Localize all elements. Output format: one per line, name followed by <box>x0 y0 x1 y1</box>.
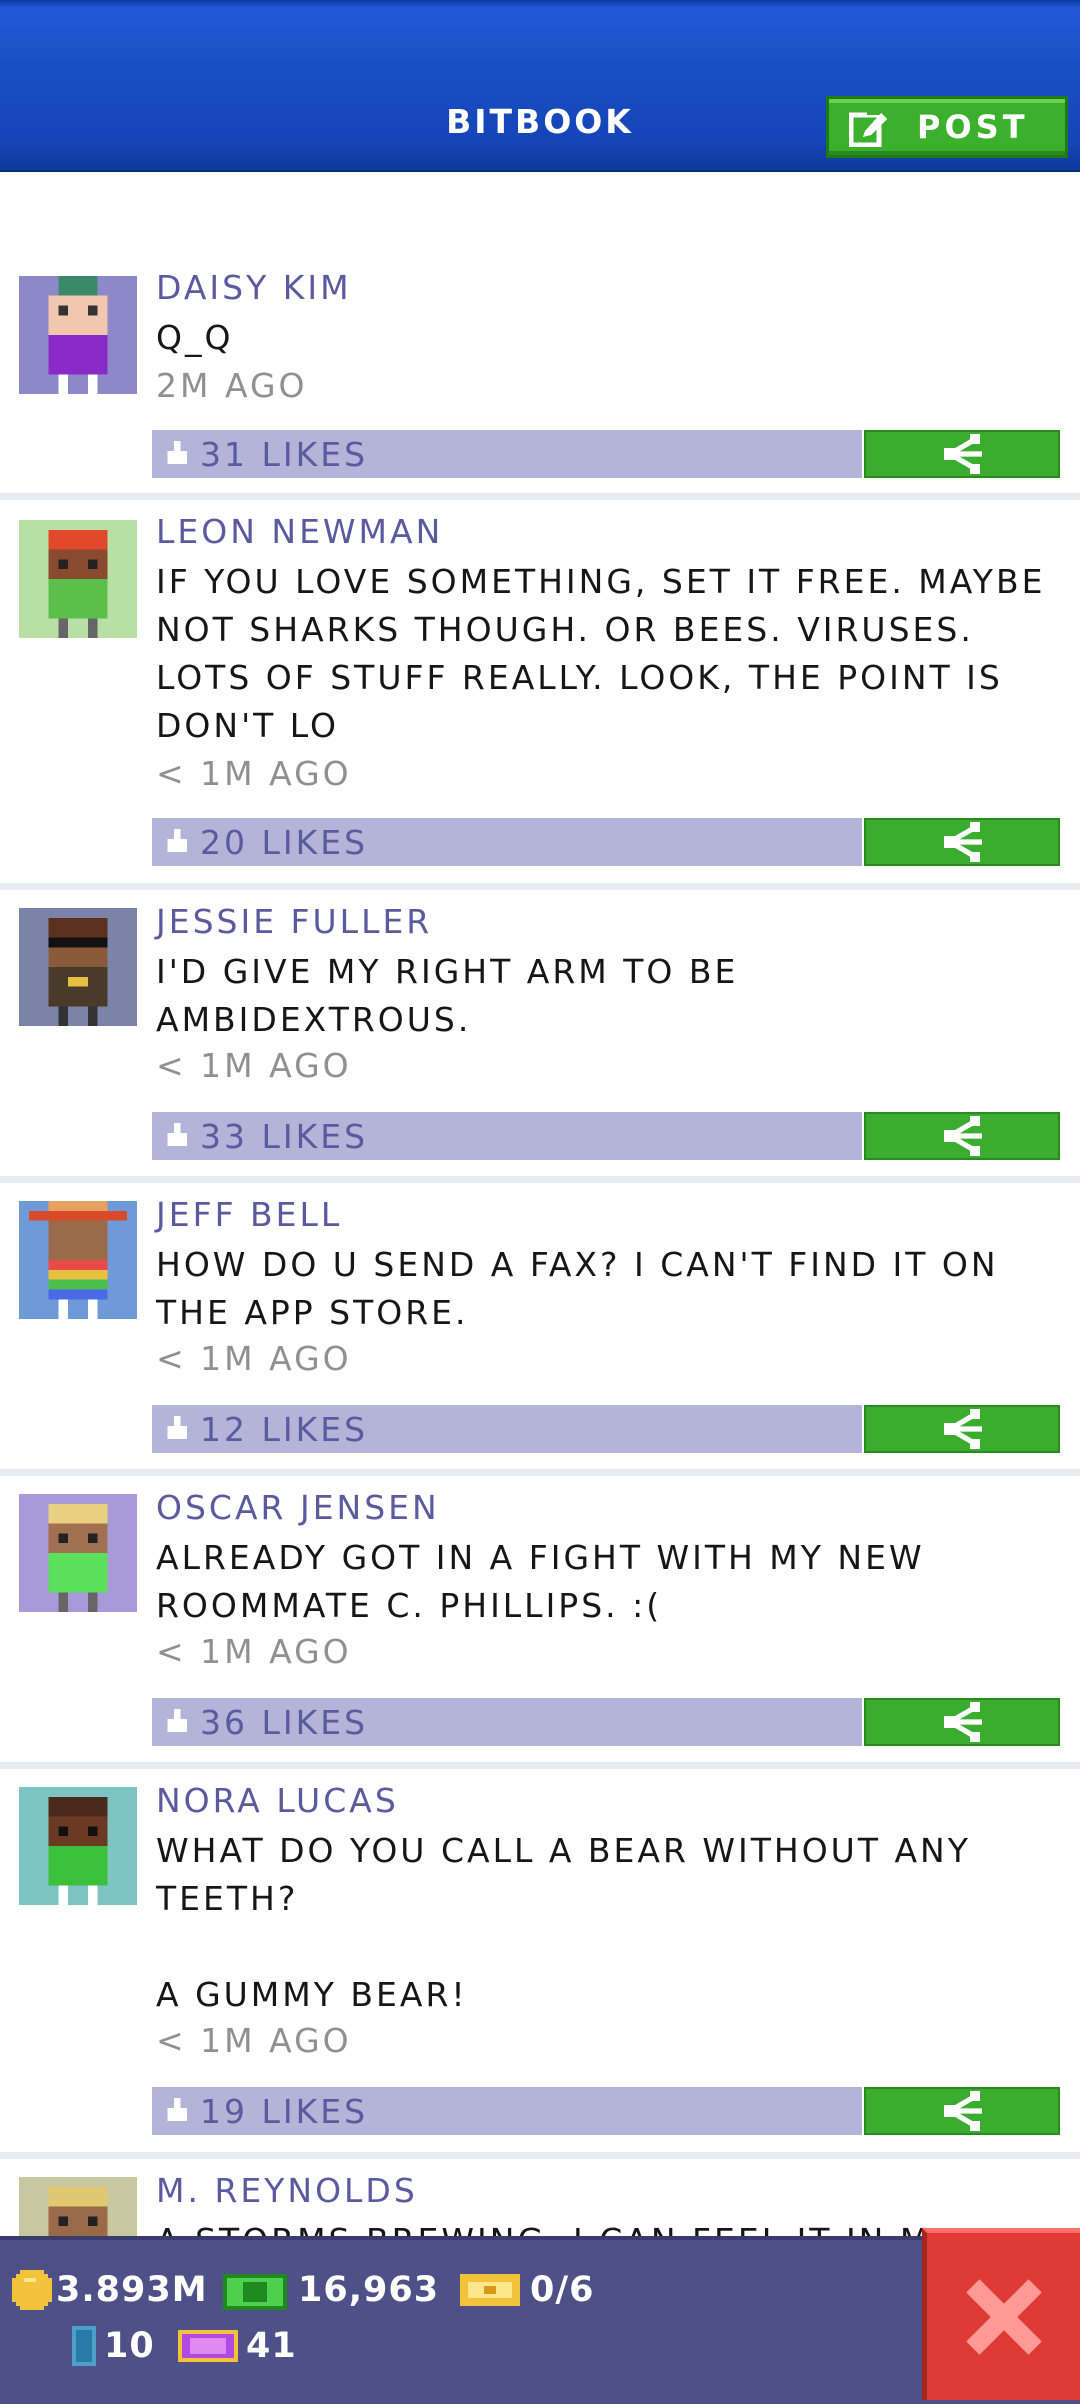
coin-icon <box>12 2270 52 2310</box>
share-button[interactable] <box>864 1405 1060 1453</box>
share-button[interactable] <box>864 1698 1060 1746</box>
post-text: HOW DO U SEND A FAX? I CAN'T FIND IT ON … <box>156 1245 1013 1332</box>
edit-icon <box>849 109 887 147</box>
post-text: ALREADY GOT IN A FIGHT WITH MY NEW ROOMM… <box>156 1538 939 1625</box>
feed-post: JEFF BELL HOW DO U SEND A FAX? I CAN'T F… <box>0 1183 1080 1476</box>
resource-bar: 3.893M 16,963 0/6 10 41 <box>0 2236 1080 2404</box>
post-text: I'D GIVE MY RIGHT ARM TO BE AMBIDEXTROUS… <box>156 952 752 1039</box>
like-button[interactable]: 12 LIKES <box>152 1405 862 1453</box>
likes-count: 20 LIKES <box>200 822 369 862</box>
feed-post: LEON NEWMAN IF YOU LOVE SOMETHING, SET I… <box>0 500 1080 890</box>
bux-icon <box>223 2274 287 2310</box>
like-button[interactable]: 36 LIKES <box>152 1698 862 1746</box>
post-author[interactable]: JESSIE FULLER <box>156 902 432 941</box>
like-button[interactable]: 19 LIKES <box>152 2087 862 2135</box>
post-author[interactable]: M. REYNOLDS <box>156 2171 418 2210</box>
like-button[interactable]: 33 LIKES <box>152 1112 862 1160</box>
share-icon <box>944 2091 982 2131</box>
vip-icon <box>178 2330 238 2362</box>
share-button[interactable] <box>864 2087 1060 2135</box>
residents-value: 10 <box>104 2326 155 2366</box>
feed-post: OSCAR JENSEN ALREADY GOT IN A FIGHT WITH… <box>0 1476 1080 1769</box>
avatar <box>19 1787 137 1905</box>
app-header: BITBOOK POST <box>0 0 1080 172</box>
bux-stat: 16,963 <box>222 2270 439 2310</box>
share-icon <box>944 1116 982 1156</box>
post-button[interactable]: POST <box>826 96 1068 158</box>
post-text: IF YOU LOVE SOMETHING, SET IT FREE. MAYB… <box>156 562 1059 745</box>
post-author[interactable]: LEON NEWMAN <box>156 512 443 551</box>
likes-count: 12 LIKES <box>200 1409 369 1449</box>
share-icon <box>944 1409 982 1449</box>
thumbs-up-icon <box>167 1416 187 1439</box>
likes-count: 19 LIKES <box>200 2091 369 2131</box>
coins-stat: 3.893M <box>12 2270 208 2310</box>
vip-value: 41 <box>246 2326 297 2366</box>
news-feed[interactable]: DAISY KIM Q_Q 2M AGO 31 LIKES LEON NEWMA… <box>0 170 1080 2242</box>
post-time: < 1M AGO <box>156 754 352 793</box>
vip-stat: 41 <box>178 2326 297 2366</box>
avatar <box>19 2177 137 2242</box>
likes-count: 33 LIKES <box>200 1116 369 1156</box>
post-button-label: POST <box>917 108 1029 146</box>
residents-stat: 10 <box>72 2326 155 2366</box>
share-button[interactable] <box>864 430 1060 478</box>
post-time: < 1M AGO <box>156 1632 352 1671</box>
thumbs-up-icon <box>167 1709 187 1732</box>
resident-icon <box>72 2326 96 2366</box>
post-time: < 1M AGO <box>156 2021 352 2060</box>
feed-post: NORA LUCAS WHAT DO YOU CALL A BEAR WITHO… <box>0 1769 1080 2159</box>
avatar <box>19 1494 137 1612</box>
share-button[interactable] <box>864 818 1060 866</box>
post-author[interactable]: JEFF BELL <box>156 1195 342 1234</box>
share-icon <box>944 1702 982 1742</box>
feed-post: JESSIE FULLER I'D GIVE MY RIGHT ARM TO B… <box>0 890 1080 1183</box>
post-author[interactable]: DAISY KIM <box>156 268 352 307</box>
thumbs-up-icon <box>167 1123 187 1146</box>
post-time: 2M AGO <box>156 366 308 405</box>
thumbs-up-icon <box>167 2098 187 2121</box>
share-icon <box>944 822 982 862</box>
tickets-stat: 0/6 <box>460 2270 595 2310</box>
tickets-value: 0/6 <box>530 2270 595 2310</box>
post-author[interactable]: NORA LUCAS <box>156 1781 399 1820</box>
avatar <box>19 908 137 1026</box>
post-text: Q_Q <box>156 318 234 357</box>
avatar <box>19 520 137 638</box>
ticket-icon <box>460 2274 520 2306</box>
coins-value: 3.893M <box>56 2270 208 2310</box>
share-button[interactable] <box>864 1112 1060 1160</box>
avatar <box>19 1201 137 1319</box>
close-icon <box>965 2278 1042 2355</box>
likes-count: 31 LIKES <box>200 434 369 474</box>
close-button[interactable] <box>922 2228 1080 2400</box>
post-time: < 1M AGO <box>156 1046 352 1085</box>
post-text: WHAT DO YOU CALL A BEAR WITHOUT ANY TEET… <box>156 1831 971 2014</box>
thumbs-up-icon <box>167 829 187 852</box>
page-title: BITBOOK <box>446 102 634 141</box>
likes-count: 36 LIKES <box>200 1702 369 1742</box>
like-button[interactable]: 20 LIKES <box>152 818 862 866</box>
share-icon <box>944 434 982 474</box>
bux-value: 16,963 <box>298 2270 440 2310</box>
like-button[interactable]: 31 LIKES <box>152 430 862 478</box>
thumbs-up-icon <box>167 441 187 464</box>
feed-post: DAISY KIM Q_Q 2M AGO 31 LIKES <box>0 170 1080 500</box>
post-author[interactable]: OSCAR JENSEN <box>156 1488 440 1527</box>
feed-post: M. REYNOLDS A STORMS BREWING. I CAN FEEL… <box>0 2159 1080 2242</box>
post-time: < 1M AGO <box>156 1339 352 1378</box>
avatar <box>19 276 137 394</box>
